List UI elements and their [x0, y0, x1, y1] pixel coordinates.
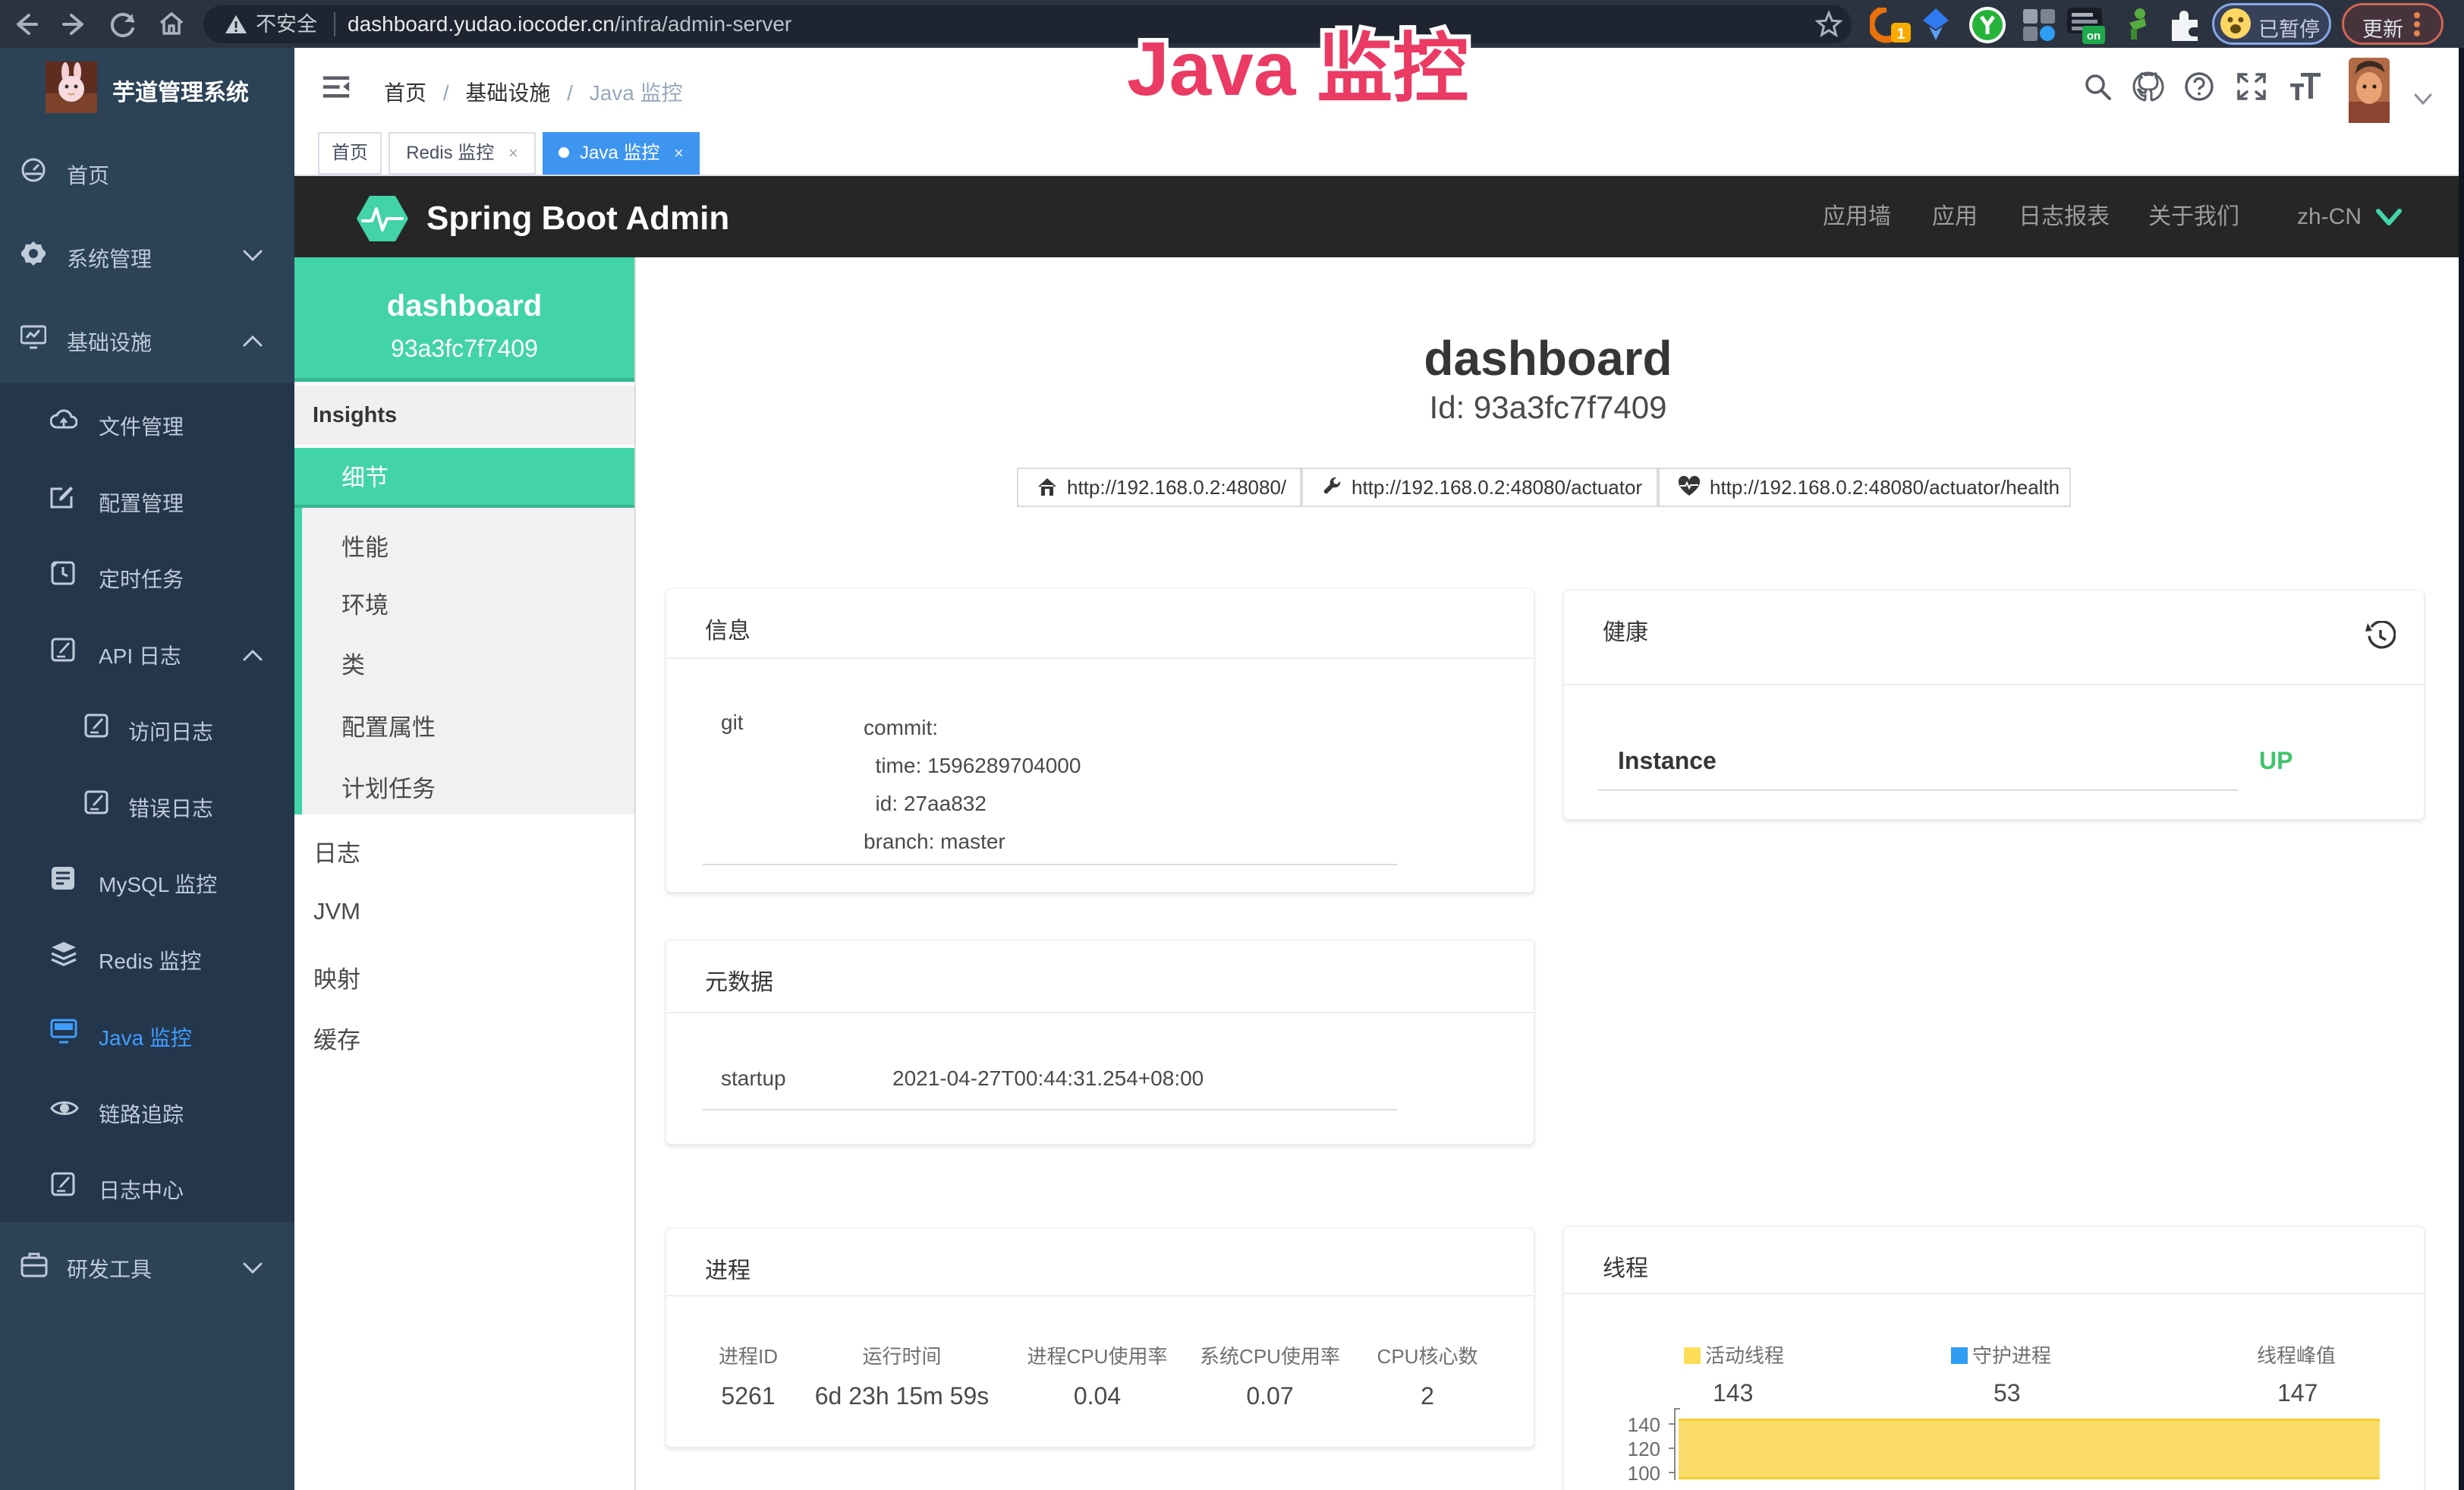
svg-text:1: 1	[1896, 26, 1905, 43]
svg-text:Java 监控: Java 监控	[1127, 27, 1468, 112]
svg-text:on: on	[2087, 30, 2101, 43]
